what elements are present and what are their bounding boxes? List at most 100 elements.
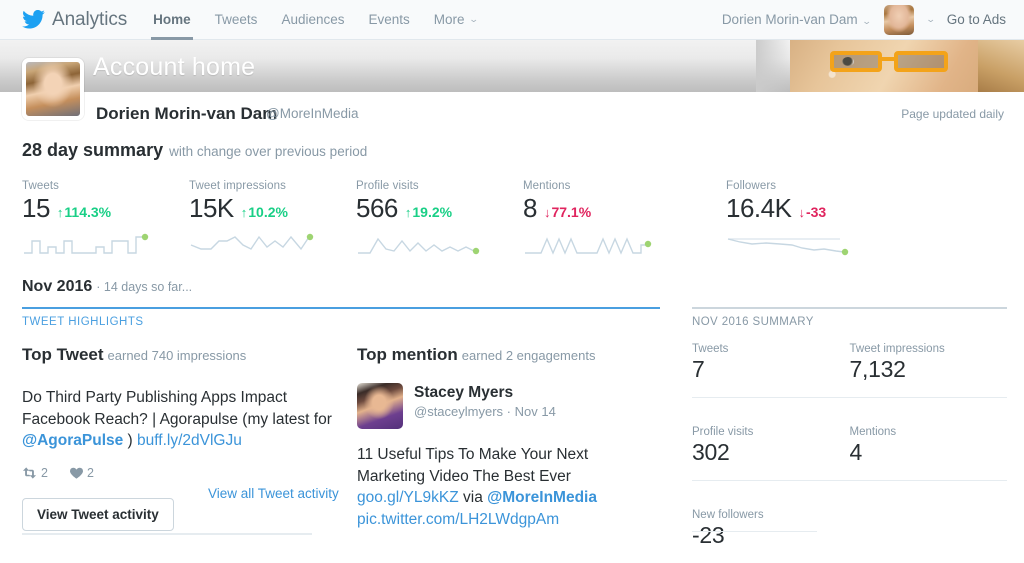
arrow-up-icon: ↑ (56, 205, 64, 220)
top-tweet-title: Top Tweet (22, 345, 104, 364)
arrow-down-icon: ↓ (543, 205, 551, 220)
month-heading: Nov 2016 · 14 days so far... (22, 278, 192, 296)
profile-row: Dorien Morin-van Dam @MoreInMedia Page u… (0, 58, 1024, 140)
metric-value: 566 (356, 193, 398, 223)
nav-item-tweets[interactable]: Tweets (203, 0, 270, 40)
cover-photo-fade (756, 40, 790, 92)
mention-user-handle: @staceylmyers (414, 404, 504, 419)
brand-label: Analytics (52, 9, 128, 30)
summary-cell-tweet-impressions: Tweet impressions 7,132 (849, 343, 1007, 412)
page-title: Account home (93, 53, 256, 81)
metric-delta: ↓-33 (798, 204, 826, 220)
summary-cell-label: Profile visits (692, 426, 754, 438)
retweet-count: 2 (22, 466, 48, 480)
metric-delta: ↑10.2% (241, 204, 288, 220)
mention-url-link-2[interactable]: pic.twitter.com/LH2LWdgpAm (357, 511, 559, 528)
arrow-up-icon: ↑ (240, 205, 248, 220)
summary-divider (692, 307, 1007, 309)
mention-text: 11 Useful Tips To Make Your Next Marketi… (357, 444, 657, 530)
metric-profile-visits: Profile visits 566 ↑19.2% (356, 180, 523, 259)
go-to-ads-link[interactable]: Go to Ads (947, 12, 1006, 27)
account-menu[interactable]: Dorien Morin-van Dam ⌄ (721, 12, 872, 27)
sparkline-endpoint-dot (306, 233, 314, 241)
summary-cell-mentions: Mentions 4 (849, 412, 1007, 495)
top-tweet-card: Top Tweet earned 740 impressions Do Third… (22, 345, 339, 531)
profile-avatar[interactable] (22, 58, 84, 120)
top-mention-heading: Top mention earned 2 engagements (357, 345, 657, 365)
mention-url-link-1[interactable]: goo.gl/YL9kKZ (357, 489, 459, 506)
sparkline-mentions (525, 237, 652, 255)
metric-mentions: Mentions 8 ↓77.1% (523, 180, 690, 259)
metric-delta-value: 19.2% (412, 204, 453, 220)
header-cover-photo (790, 40, 1024, 92)
mention-handle-link[interactable]: @MoreInMedia (487, 489, 597, 506)
arrow-down-icon: ↓ (798, 205, 805, 220)
mention-user-avatar[interactable] (357, 383, 403, 429)
summary-metrics: Tweets 15 ↑114.3% Tweet impressions 15K … (22, 180, 1007, 259)
tweet-mention-link[interactable]: @AgoraPulse (22, 432, 123, 449)
nav-item-tweets-label: Tweets (214, 12, 258, 27)
summary-title: 28 day summary (22, 140, 164, 160)
sparkline-followers (727, 238, 849, 256)
sparkline-tweets (24, 233, 149, 254)
nav-item-more[interactable]: More ⌄ (422, 0, 489, 40)
twenty-eight-day-summary: 28 day summary with change over previous … (0, 140, 1024, 256)
nav-items: Home Tweets Audiences Events More ⌄ (141, 0, 489, 40)
metric-tweets: Tweets 15 ↑114.3% (22, 180, 189, 259)
bottom-divider (22, 533, 312, 535)
summary-cell-label: Tweet impressions (849, 343, 945, 355)
summary-cell-label: New followers (692, 509, 764, 521)
view-all-tweet-activity-link[interactable]: View all Tweet activity (208, 486, 339, 501)
arrow-up-icon: ↑ (404, 205, 412, 220)
tweet-highlights-label: TWEET HIGHLIGHTS (22, 316, 144, 328)
summary-cell-label: Mentions (849, 426, 897, 438)
metric-tweet-impressions: Tweet impressions 15K ↑10.2% (189, 180, 356, 259)
month-subtitle: · 14 days so far... (96, 280, 193, 294)
metric-label: Tweets (22, 180, 60, 192)
analytics-brand[interactable]: Analytics (22, 0, 127, 40)
nav-item-events[interactable]: Events (356, 0, 421, 40)
sparkline-endpoint-dot (472, 247, 480, 255)
tweet-url-link[interactable]: buff.ly/2dVlGJu (137, 432, 242, 449)
sparkline-endpoint-dot (644, 240, 652, 248)
account-name-label: Dorien Morin-van Dam (721, 12, 858, 27)
top-tweet-subtitle: earned 740 impressions (107, 348, 247, 363)
like-count: 2 (69, 465, 94, 480)
mention-user-meta: @staceylmyers · Nov 14 (414, 404, 556, 419)
chevron-down-icon: ⌄ (468, 14, 479, 24)
summary-cell-value: 302 (692, 439, 730, 465)
summary-cell-empty (850, 495, 1008, 563)
summary-cell-value: 4 (849, 439, 863, 465)
mention-date: Nov 14 (514, 404, 556, 419)
cover-photo-hair (978, 40, 1024, 92)
mention-user-name[interactable]: Stacey Myers (414, 383, 556, 402)
retweet-count-value: 2 (41, 465, 48, 480)
summary-tail-divider (692, 531, 817, 532)
metric-value: 15K (189, 193, 234, 223)
chevron-down-icon[interactable]: ⌄ (926, 14, 936, 25)
like-count-value: 2 (86, 465, 94, 480)
metric-delta: ↑19.2% (405, 204, 452, 220)
nav-item-home[interactable]: Home (141, 0, 203, 40)
nav-item-more-label: More (433, 12, 465, 27)
month-summary-label: NOV 2016 SUMMARY (692, 316, 814, 328)
nav-item-audiences[interactable]: Audiences (269, 0, 356, 40)
chevron-down-icon: ⌄ (861, 16, 872, 26)
top-tweet-heading: Top Tweet earned 740 impressions (22, 345, 332, 365)
eyeglasses-bridge-icon (880, 57, 896, 61)
sparkline-endpoint-dot (141, 233, 149, 241)
metric-value: 16.4K (726, 193, 792, 223)
mention-user-row: Stacey Myers @staceylmyers · Nov 14 (357, 383, 657, 429)
top-mention-card: Top mention earned 2 engagements Stacey M… (357, 345, 657, 530)
sparkline-profile-visits (358, 237, 480, 255)
metric-label: Mentions (523, 180, 571, 192)
summary-cell-profile-visits: Profile visits 302 (692, 412, 850, 495)
summary-cell-value: 7 (692, 356, 705, 382)
view-tweet-activity-button[interactable]: View Tweet activity (22, 497, 174, 531)
metric-delta-value: 114.3% (64, 204, 112, 220)
avatar[interactable] (884, 4, 915, 35)
account-header-banner: Account home (0, 40, 1024, 92)
metric-label: Tweet impressions (189, 180, 286, 192)
month-title: Nov 2016 (22, 278, 93, 295)
summary-cell-tweets: Tweets 7 (692, 343, 850, 412)
